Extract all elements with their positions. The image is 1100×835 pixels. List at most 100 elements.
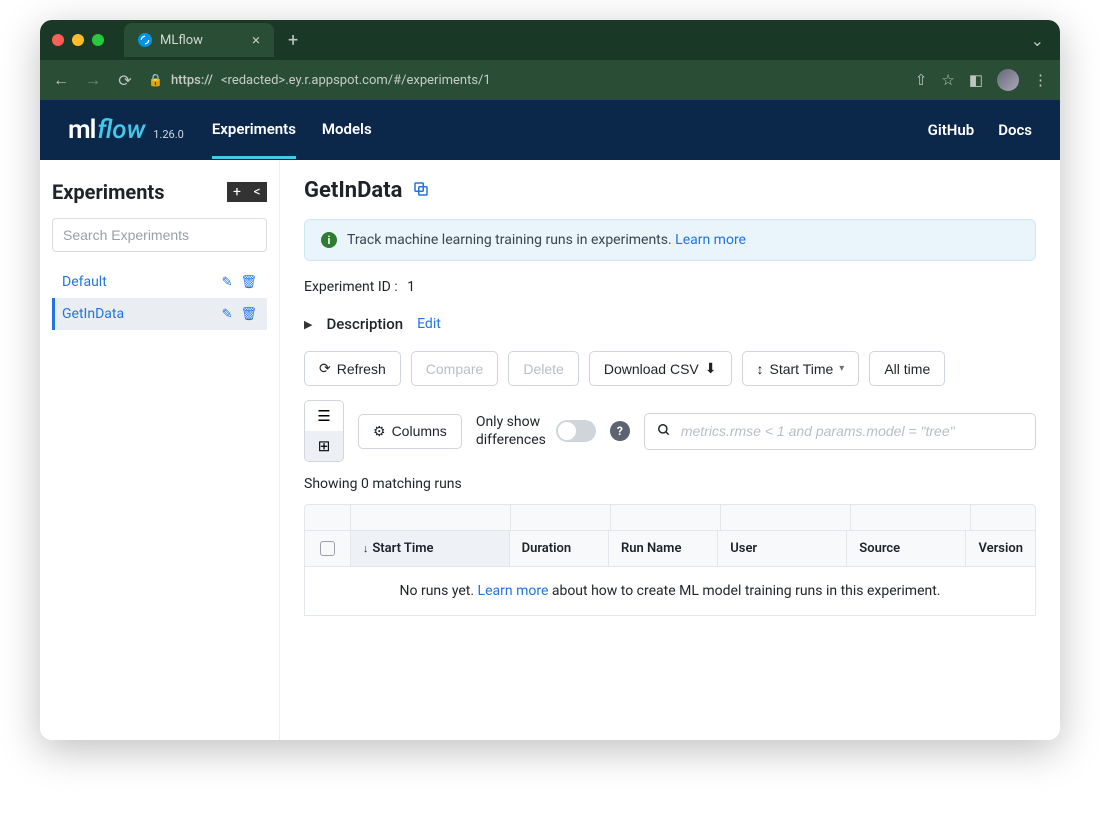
list-icon: ☰ (317, 407, 330, 425)
sort-icon: ↕ (757, 361, 764, 377)
nav-models[interactable]: Models (322, 102, 372, 159)
delete-icon[interactable]: 🗑 (240, 307, 257, 322)
grid-view-button[interactable]: ⊞ (305, 431, 343, 461)
chevron-down-icon: ▾ (839, 363, 844, 374)
panel-icon[interactable]: ◧ (969, 71, 983, 89)
delete-button[interactable]: Delete (508, 351, 578, 386)
edit-icon[interactable]: ✎ (222, 275, 233, 290)
nav-experiments[interactable]: Experiments (212, 102, 296, 159)
nav-docs[interactable]: Docs (998, 103, 1032, 157)
kebab-menu-icon[interactable]: ⋮ (1033, 71, 1048, 89)
column-duration[interactable]: Duration (510, 531, 609, 566)
edit-icon[interactable]: ✎ (222, 307, 233, 322)
experiment-item-getindata[interactable]: GetInData ✎ 🗑 (52, 298, 267, 330)
actions-toolbar: ⟳ Refresh Compare Delete Download CSV ⬇ … (304, 351, 1036, 386)
new-tab-button[interactable]: + (282, 30, 304, 51)
browser-tab-bar: MLflow × + ⌄ (40, 20, 1060, 60)
view-toggle: ☰ ⊞ (304, 400, 344, 462)
tab-list-chevron-icon[interactable]: ⌄ (1027, 31, 1048, 50)
columns-button[interactable]: ⚙ Columns (358, 414, 462, 449)
collapse-sidebar-button[interactable]: < (247, 182, 267, 202)
column-source[interactable]: Source (847, 531, 966, 566)
url-field[interactable]: 🔒 https:// <redacted>.ey.r.appspot.com/#/… (148, 73, 901, 88)
description-label: Description (326, 315, 403, 333)
search-experiments-input[interactable] (52, 218, 267, 252)
info-icon: i (321, 232, 337, 248)
tab-title: MLflow (160, 33, 203, 48)
experiment-id-row: Experiment ID : 1 (304, 279, 1036, 295)
empty-state: No runs yet. Learn more about how to cre… (305, 567, 1035, 615)
nav-right: GitHub Docs (928, 103, 1032, 157)
nav-github[interactable]: GitHub (928, 103, 975, 157)
download-csv-button[interactable]: Download CSV ⬇ (589, 351, 732, 386)
chevron-right-icon[interactable]: ▶ (304, 318, 312, 331)
browser-address-bar: ← → ⟳ 🔒 https:// <redacted>.ey.r.appspot.… (40, 60, 1060, 100)
column-version[interactable]: Version (966, 531, 1035, 566)
window-maximize-button[interactable] (92, 34, 104, 46)
page-title: GetInData (304, 178, 402, 203)
banner-text: Track machine learning training runs in … (347, 232, 675, 248)
profile-avatar[interactable] (997, 69, 1019, 91)
column-user[interactable]: User (718, 531, 847, 566)
banner-learn-more-link[interactable]: Learn more (675, 232, 746, 248)
share-icon[interactable]: ⇧ (915, 71, 928, 89)
column-start-time[interactable]: ↓ Start Time (351, 531, 510, 566)
time-filter-button[interactable]: All time (869, 351, 945, 386)
select-all-checkbox[interactable] (305, 531, 351, 566)
refresh-button[interactable]: ⟳ Refresh (304, 351, 401, 386)
refresh-icon: ⟳ (319, 360, 331, 377)
list-view-button[interactable]: ☰ (305, 401, 343, 431)
runs-search-input[interactable] (681, 423, 1023, 439)
app-header: mlflow 1.26.0 Experiments Models GitHub … (40, 100, 1060, 160)
nav-back-button[interactable]: ← (52, 70, 70, 90)
mlflow-logo: mlflow 1.26.0 (68, 115, 184, 145)
runs-table: ↓ Start Time Duration Run Name User Sour… (304, 504, 1036, 616)
version-label: 1.26.0 (153, 128, 184, 141)
tab-close-icon[interactable]: × (252, 31, 260, 49)
help-icon[interactable]: ? (610, 421, 630, 441)
experiment-id-label: Experiment ID : (304, 279, 398, 295)
view-toolbar: ☰ ⊞ ⚙ Columns Only show differences ? (304, 400, 1036, 462)
compare-button[interactable]: Compare (411, 351, 499, 386)
tab-favicon-icon (138, 33, 152, 47)
experiment-label: Default (62, 274, 107, 290)
bookmark-icon[interactable]: ☆ (941, 71, 954, 89)
sort-desc-icon: ↓ (363, 542, 369, 555)
url-text: <redacted>.ey.r.appspot.com/#/experiment… (221, 73, 491, 88)
experiment-item-default[interactable]: Default ✎ 🗑 (52, 266, 267, 298)
sidebar-title: Experiments (52, 180, 219, 204)
experiments-sidebar: Experiments + < Default ✎ 🗑 GetInData ✎ … (40, 160, 280, 740)
gear-icon: ⚙ (373, 423, 386, 440)
showing-text: Showing 0 matching runs (304, 476, 1036, 492)
column-run-name[interactable]: Run Name (609, 531, 718, 566)
nav-reload-button[interactable]: ⟳ (116, 71, 134, 90)
runs-search-box[interactable] (644, 413, 1036, 450)
nav-forward-button[interactable]: → (84, 70, 102, 90)
experiment-id-value: 1 (407, 279, 415, 295)
window-minimize-button[interactable] (72, 34, 84, 46)
search-icon (657, 422, 671, 441)
table-header-row: ↓ Start Time Duration Run Name User Sour… (305, 531, 1035, 567)
download-icon: ⬇ (705, 360, 717, 377)
window-controls (52, 34, 104, 46)
only-differences-toggle[interactable] (556, 420, 596, 442)
description-row: ▶ Description Edit (304, 315, 1036, 333)
browser-tab[interactable]: MLflow × (124, 23, 274, 57)
create-experiment-button[interactable]: + (227, 182, 247, 202)
grid-icon: ⊞ (318, 437, 331, 455)
experiment-label: GetInData (62, 306, 124, 322)
description-edit-link[interactable]: Edit (417, 316, 441, 332)
diff-label-2: differences (476, 431, 546, 449)
only-differences-control: Only show differences (476, 413, 596, 449)
diff-label-1: Only show (476, 413, 546, 431)
lock-icon: 🔒 (148, 73, 163, 87)
url-prefix: https:// (171, 73, 213, 88)
experiment-main: GetInData i Track machine learning train… (280, 160, 1060, 740)
empty-learn-more-link[interactable]: Learn more (478, 583, 549, 599)
delete-icon[interactable]: 🗑 (240, 275, 257, 290)
main-nav: Experiments Models (212, 102, 372, 159)
sort-button[interactable]: ↕ Start Time ▾ (742, 351, 860, 386)
info-banner: i Track machine learning training runs i… (304, 219, 1036, 261)
window-close-button[interactable] (52, 34, 64, 46)
copy-icon[interactable] (412, 180, 430, 202)
